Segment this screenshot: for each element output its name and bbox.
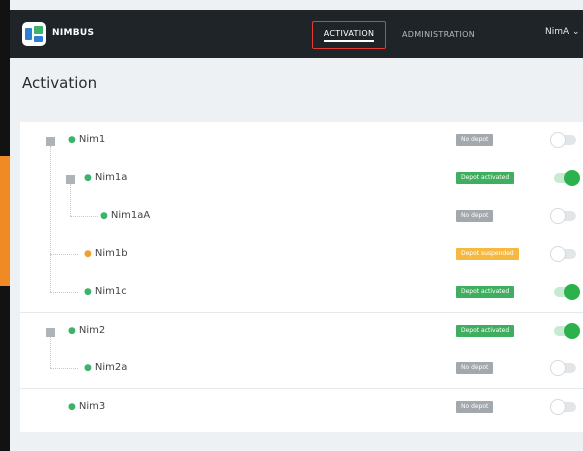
node-nim3[interactable]: ● Nim3 [68,401,105,412]
main-content: Activation ● Nim1 No depot ● Nim1a Depot a… [10,58,583,451]
status-dot-icon: ● [84,287,92,297]
nav-activation-label: ACTIVATION [323,29,375,42]
status-badge: Depot suspended [456,248,519,260]
status-dot-icon: ● [68,326,76,336]
status-badge: No depot [456,210,494,222]
depot-toggle[interactable] [550,323,580,339]
status-dot-icon: ● [68,135,76,145]
user-menu[interactable]: NimA ⌄ [545,27,580,37]
tree-row: ● Nim2a No depot [20,350,583,388]
tree-row: ● Nim1c Depot activated [20,274,583,312]
node-nim1b[interactable]: ● Nim1b [84,248,128,259]
depot-toggle[interactable] [550,132,576,148]
status-dot-icon: ● [84,249,92,259]
depot-toggle[interactable] [550,399,576,415]
status-badge: Depot activated [456,325,515,337]
tree-row: ● Nim2 Depot activated [20,312,583,350]
node-label: Nim1 [78,134,106,145]
tree-row: ● Nim1 No depot [20,122,583,160]
collapse-icon[interactable] [46,137,55,146]
tree-row: ● Nim1b Depot suspended [20,236,583,274]
status-badge: No depot [456,362,494,374]
depot-toggle[interactable] [550,208,576,224]
status-dot-icon: ● [84,173,92,183]
node-nim1aa[interactable]: ● Nim1aA [100,210,150,221]
nav-activation-tab[interactable]: ACTIVATION [312,21,386,49]
activation-tree-card: ● Nim1 No depot ● Nim1a Depot activated ● N… [20,122,583,432]
depot-toggle[interactable] [550,284,580,300]
node-nim2a[interactable]: ● Nim2a [84,362,127,373]
tree-row: ● Nim1aA No depot [20,198,583,236]
node-label: Nim1c [94,286,127,297]
collapse-icon[interactable] [46,328,55,337]
node-label: Nim1a [94,172,128,183]
depot-toggle[interactable] [550,360,576,376]
node-label: Nim2 [78,325,106,336]
top-navbar: NIMBUS ACTIVATION ADMINISTRATION NimA ⌄ [10,10,583,58]
depot-toggle[interactable] [550,170,580,186]
node-label: Nim1aA [110,210,151,221]
tree-row: ● Nim1a Depot activated [20,160,583,198]
node-label: Nim3 [78,401,106,412]
status-dot-icon: ● [100,211,108,221]
brand-name: NIMBUS [52,28,95,38]
nav-administration-tab[interactable]: ADMINISTRATION [402,30,475,39]
page-title: Activation [22,74,98,92]
node-nim1a[interactable]: ● Nim1a [84,172,127,183]
status-badge: No depot [456,134,494,146]
node-label: Nim2a [94,362,128,373]
status-badge: No depot [456,401,494,413]
node-nim1c[interactable]: ● Nim1c [84,286,127,297]
node-nim1[interactable]: ● Nim1 [68,134,105,145]
status-dot-icon: ● [68,402,76,412]
node-nim2[interactable]: ● Nim2 [68,325,105,336]
node-label: Nim1b [94,248,128,259]
status-dot-icon: ● [84,363,92,373]
depot-toggle[interactable] [550,246,576,262]
nimbus-logo-icon [22,22,46,46]
status-badge: Depot activated [456,172,515,184]
collapse-icon[interactable] [66,175,75,184]
status-badge: Depot activated [456,286,515,298]
tree-row: ● Nim3 No depot [20,388,583,426]
